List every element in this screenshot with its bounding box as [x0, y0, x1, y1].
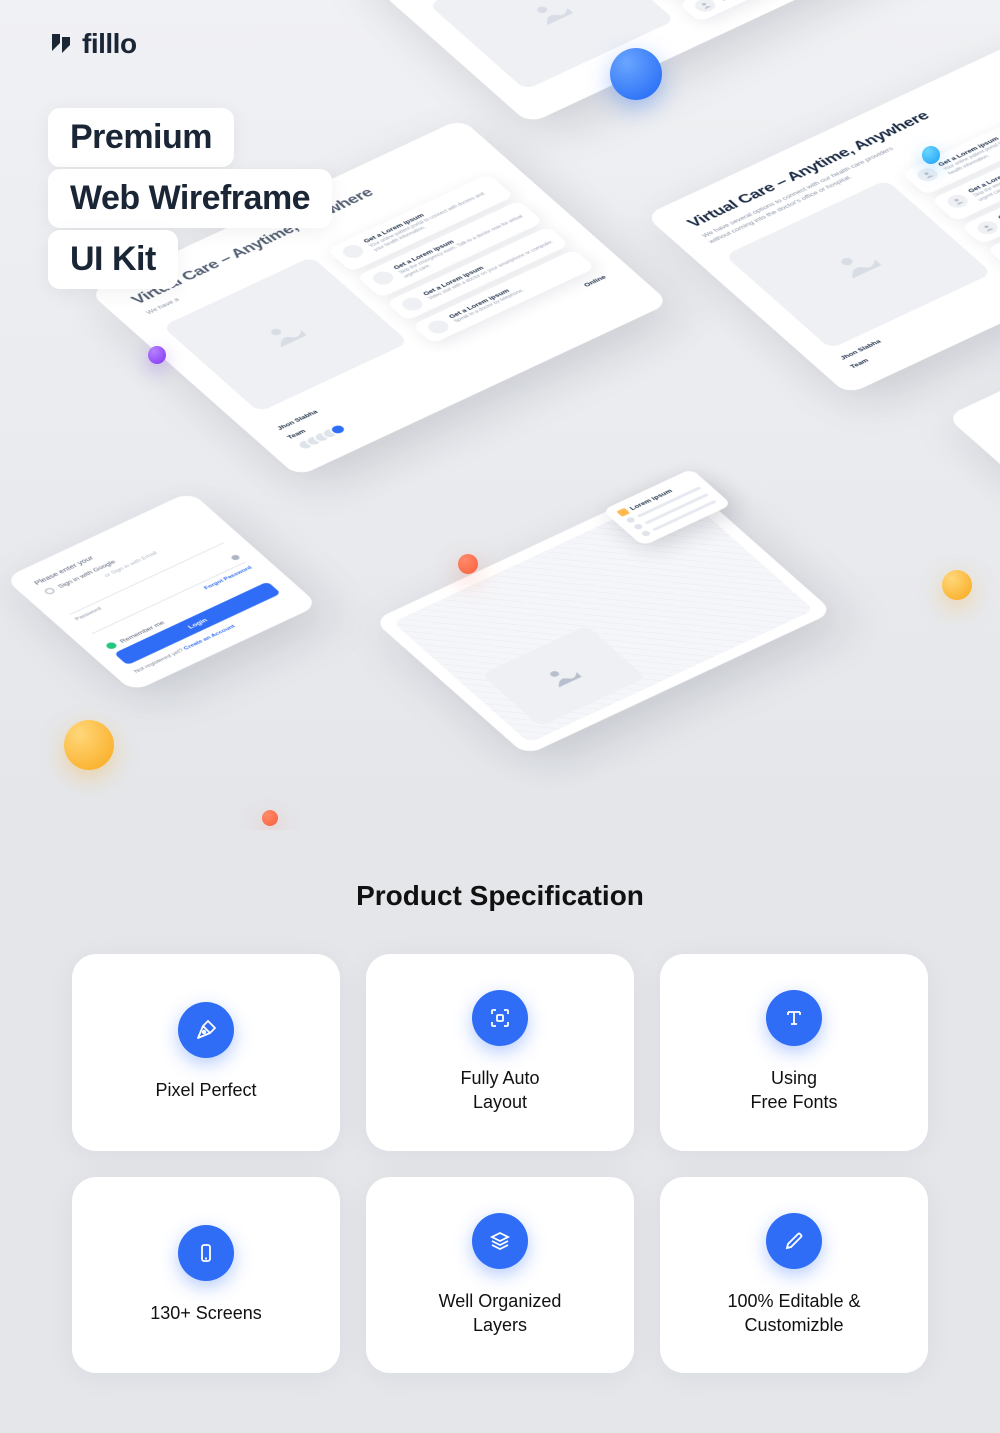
title-line-2: Web Wireframe: [48, 169, 332, 228]
spec-grid: Pixel Perfect Fully AutoLayout UsingFree…: [72, 954, 928, 1373]
person-icon: [914, 166, 942, 184]
person-icon: [944, 192, 972, 210]
decorative-sphere-purple: [148, 346, 166, 364]
popup-title: Lorem ipsum: [616, 478, 695, 517]
list-item: Get a Lorem ipsumSpeak to a doctor by te…: [678, 0, 862, 22]
person-icon: [425, 318, 453, 336]
person-icon: [973, 219, 1000, 237]
decorative-sphere-cyan: [922, 146, 940, 164]
phone-icon: [178, 1225, 234, 1281]
hero-title: Premium Web Wireframe UI Kit: [48, 108, 332, 291]
spec-label: 130+ Screens: [150, 1301, 262, 1325]
layers-icon: [472, 1213, 528, 1269]
pencil-icon: [766, 1213, 822, 1269]
decorative-sphere-yellow-1: [64, 720, 114, 770]
type-icon: [766, 990, 822, 1046]
title-line-1: Premium: [48, 108, 234, 167]
scan-icon: [472, 990, 528, 1046]
map-area: Lorem ipsum: [393, 489, 814, 743]
brand-logo: filllo: [48, 28, 137, 60]
spec-card-editable: 100% Editable &Customizble: [660, 1177, 928, 1374]
person-icon: [369, 269, 397, 287]
spec-label: Pixel Perfect: [155, 1078, 256, 1102]
pen-nib-icon: [178, 1002, 234, 1058]
mockup-card-login: Please enter your Sign in with Google or…: [4, 491, 319, 692]
spec-section: Product Specification Pixel Perfect Full…: [0, 830, 1000, 1433]
spec-label: UsingFree Fonts: [750, 1066, 837, 1115]
logo-text: filllo: [82, 28, 137, 60]
logo-mark-icon: [48, 31, 74, 57]
spec-card-pixel-perfect: Pixel Perfect: [72, 954, 340, 1151]
mockup-card-virtual-care-main: Virtual Care – Anytime, Anywhere We have…: [645, 34, 1000, 395]
image-placeholder-icon: [482, 625, 646, 726]
person-icon: [339, 243, 367, 261]
mockup-card-map: Lorem ipsum: [373, 477, 833, 756]
spec-card-free-fonts: UsingFree Fonts: [660, 954, 928, 1151]
decorative-sphere-orange-2: [262, 810, 278, 826]
spec-card-screens: 130+ Screens: [72, 1177, 340, 1374]
person-icon: [691, 0, 719, 14]
person-icon: [399, 295, 427, 313]
hero-section: filllo Premium Web Wireframe UI Kit Virt…: [0, 0, 1000, 830]
spec-label: Fully AutoLayout: [460, 1066, 539, 1115]
eye-icon[interactable]: [230, 554, 241, 561]
spec-heading: Product Specification: [72, 880, 928, 912]
spec-label: Well OrganizedLayers: [439, 1289, 562, 1338]
decorative-sphere-yellow-2: [942, 570, 972, 600]
decorative-sphere-orange-1: [458, 554, 478, 574]
map-popup: Lorem ipsum: [602, 469, 732, 546]
spec-label: 100% Editable &Customizble: [727, 1289, 860, 1338]
spec-card-layers: Well OrganizedLayers: [366, 1177, 634, 1374]
decorative-sphere-blue: [610, 48, 662, 100]
spec-card-auto-layout: Fully AutoLayout: [366, 954, 634, 1151]
signin-google[interactable]: Sign in with Google: [43, 519, 203, 596]
title-line-3: UI Kit: [48, 230, 178, 289]
